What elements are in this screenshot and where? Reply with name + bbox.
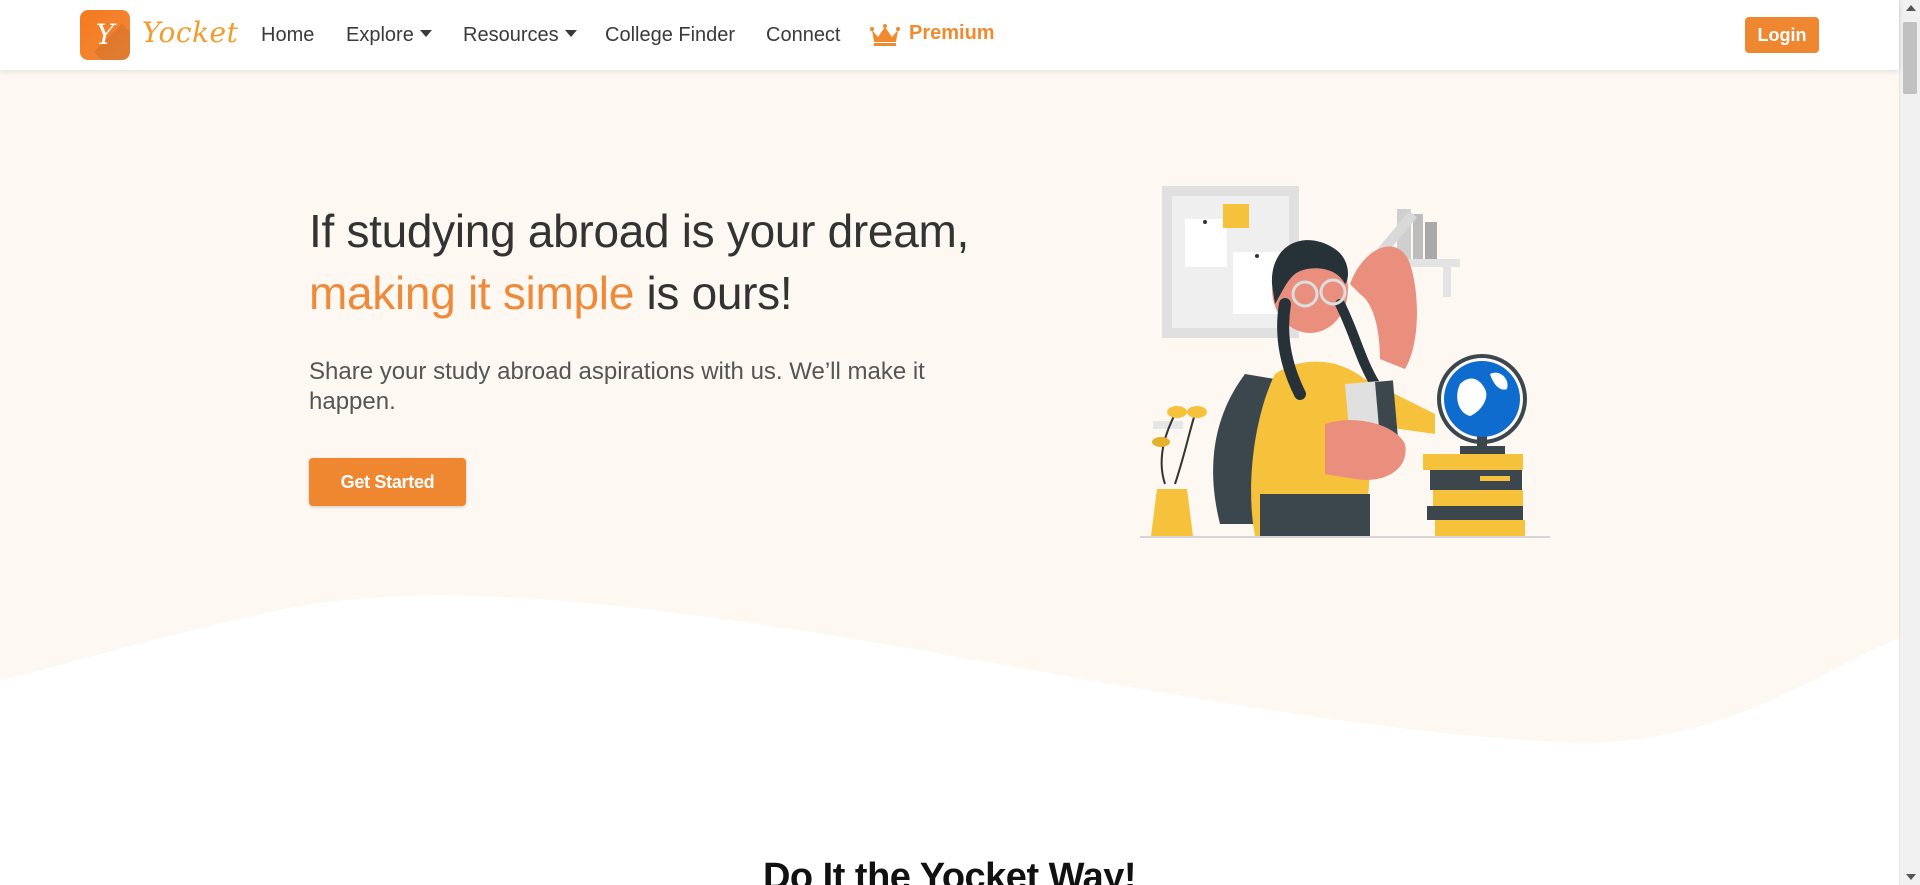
premium-label: Premium: [909, 22, 995, 44]
login-button[interactable]: Login: [1745, 17, 1819, 53]
nav-resources[interactable]: Resources: [463, 24, 577, 47]
headline-line-1: If studying abroad is your dream,: [309, 205, 969, 257]
get-started-button[interactable]: Get Started: [309, 458, 466, 506]
nav-resources-label: Resources: [463, 24, 559, 46]
hero-headline: If studying abroad is your dream, making…: [309, 200, 969, 324]
hero-section: If studying abroad is your dream, making…: [0, 70, 1899, 770]
scroll-up-arrow-icon[interactable]: [1906, 5, 1916, 11]
crown-icon: [870, 24, 900, 46]
nav-explore[interactable]: Explore: [346, 24, 432, 47]
scroll-down-arrow-icon[interactable]: [1906, 874, 1916, 880]
hero-wave-background: [0, 70, 1899, 743]
caret-down-icon: [564, 30, 577, 38]
student-with-globe-illustration: [1140, 186, 1550, 538]
nav-explore-label: Explore: [346, 24, 414, 46]
yocket-logo-icon[interactable]: Y: [80, 10, 130, 60]
headline-accent: making it simple: [309, 267, 634, 319]
page-scrollbar[interactable]: [1899, 0, 1920, 885]
nav-home[interactable]: Home: [261, 24, 314, 47]
logo-wordmark[interactable]: Yocket: [142, 16, 238, 49]
nav-connect[interactable]: Connect: [766, 24, 841, 47]
headline-rest: is ours!: [633, 267, 793, 319]
hero-subtext: Share your study abroad aspirations with…: [309, 358, 925, 415]
logo-letter: Y: [95, 18, 115, 51]
nav-premium[interactable]: Premium: [870, 22, 995, 46]
nav-college-finder[interactable]: College Finder: [605, 24, 735, 47]
scrollbar-thumb[interactable]: [1903, 22, 1917, 94]
section-title: Do It the Yocket Way!: [762, 856, 1137, 885]
caret-down-icon: [419, 30, 432, 38]
top-navbar: Y Yocket Home Explore Resources College …: [0, 0, 1899, 70]
